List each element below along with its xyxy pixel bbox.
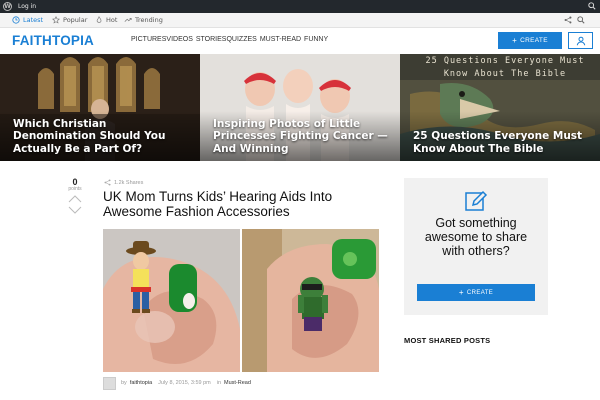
author-link[interactable]: faithtopia <box>130 380 152 386</box>
in-label: in <box>216 380 222 386</box>
create-widget: Got something awesome to share with othe… <box>404 178 548 315</box>
share-icon <box>104 179 111 186</box>
clock-icon <box>12 16 20 24</box>
widget-create-button[interactable]: + CREATE <box>417 284 535 301</box>
article-photo-right[interactable] <box>242 229 379 372</box>
widget-text: Got something awesome to share with othe… <box>424 216 528 258</box>
site-header: FAITHTOPIA PICTURES VIDEOS STORIES QUIZZ… <box>0 28 600 54</box>
sub-nav: Latest Popular Hot Trending <box>0 13 600 28</box>
hero-card-princesses[interactable]: Inspiring Photos of Little Princesses Fi… <box>200 54 400 161</box>
create-label: CREATE <box>520 37 548 44</box>
widget-create-label: CREATE <box>466 289 494 296</box>
menu-item-videos[interactable]: VIDEOS <box>166 36 192 43</box>
hearing-aid-woody-image <box>103 229 240 372</box>
subnav-item-latest[interactable]: Latest <box>12 16 43 24</box>
wordpress-logo-icon[interactable]: W <box>3 2 12 11</box>
site-logo[interactable]: FAITHTOPIA <box>12 33 94 48</box>
hero-title[interactable]: Which Christian Denomination Should You … <box>13 118 192 156</box>
article-byline: by faithtopia July 8, 2015, 3:59 pm in M… <box>103 376 251 390</box>
points-label: points <box>68 186 82 192</box>
menu-item-must-read[interactable]: MUST-READ <box>260 36 301 43</box>
post-date: July 8, 2015, 3:59 pm <box>158 380 211 386</box>
flame-icon <box>96 16 102 23</box>
login-link[interactable]: Log in <box>18 3 36 10</box>
edit-icon <box>465 190 488 211</box>
star-icon <box>52 16 60 24</box>
menu-item-pictures[interactable]: PICTURES <box>131 36 166 43</box>
trending-icon <box>124 18 132 22</box>
author-avatar[interactable] <box>103 376 116 390</box>
hero-card-denomination[interactable]: Which Christian Denomination Should You … <box>0 54 200 161</box>
hero-card-bible-questions[interactable]: 25 Questions Everyone Must Know About Th… <box>400 54 600 161</box>
subnav-item-hot[interactable]: Hot <box>95 16 117 24</box>
plus-icon: + <box>512 35 518 45</box>
main-menu: PICTURES VIDEOS STORIES QUIZZES MUST-REA… <box>131 36 328 43</box>
article-photo-left[interactable] <box>103 229 240 372</box>
hero-title[interactable]: 25 Questions Everyone Must Know About Th… <box>413 130 592 155</box>
user-button[interactable] <box>568 32 593 49</box>
menu-item-funny[interactable]: FUNNY <box>304 36 328 43</box>
most-shared-heading: MOST SHARED POSTS <box>404 336 491 345</box>
menu-item-quizzes[interactable]: QUIZZES <box>226 36 256 43</box>
plus-icon: + <box>458 287 464 297</box>
downvote-icon[interactable] <box>68 206 82 214</box>
subnav-label: Popular <box>63 16 88 24</box>
vote-box: 0 points <box>62 177 88 214</box>
user-icon <box>576 36 585 45</box>
hearing-aid-hulk-image <box>242 229 379 372</box>
share-icon[interactable] <box>564 16 572 24</box>
subnav-item-popular[interactable]: Popular <box>52 16 87 24</box>
hero-title[interactable]: Inspiring Photos of Little Princesses Fi… <box>213 118 392 156</box>
search-icon[interactable] <box>577 16 585 24</box>
subnav-label: Hot <box>106 16 118 24</box>
category-link[interactable]: Must-Read <box>224 380 251 386</box>
subnav-label: Latest <box>23 16 44 24</box>
subnav-item-trending[interactable]: Trending <box>124 16 163 24</box>
hero-overlay-text: 25 Questions Everyone Must Know About Th… <box>425 56 585 79</box>
share-count-text: 1.2k Shares <box>114 179 144 186</box>
article-title[interactable]: UK Mom Turns Kids’ Hearing Aids Into Awe… <box>103 189 383 219</box>
create-button[interactable]: + CREATE <box>498 32 562 49</box>
upvote-icon[interactable] <box>68 195 82 203</box>
admin-bar: W Log in <box>0 0 600 13</box>
search-icon[interactable] <box>588 2 596 10</box>
menu-item-stories[interactable]: STORIES <box>196 36 227 43</box>
subnav-label: Trending <box>135 16 163 24</box>
by-label: by <box>121 380 127 386</box>
share-count: 1.2k Shares <box>104 179 143 186</box>
